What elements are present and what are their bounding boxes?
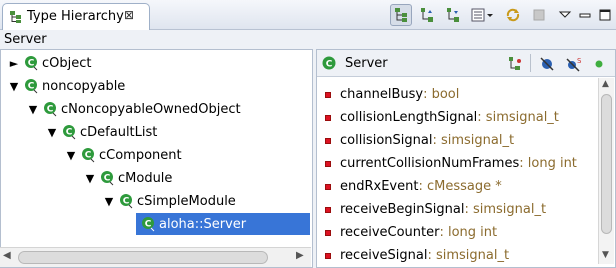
class-icon: C <box>142 217 155 232</box>
maximize-icon <box>599 9 611 21</box>
toolbar-separator <box>530 54 531 72</box>
view-menu-button[interactable] <box>554 4 576 26</box>
svg-text:C: C <box>145 220 152 230</box>
show-type-hierarchy-icon <box>395 8 407 22</box>
expanded-arrow-icon[interactable]: ▼ <box>26 103 40 116</box>
field-icon <box>325 137 331 144</box>
class-icon: C <box>120 194 133 209</box>
refresh-icon <box>506 8 520 22</box>
hide-static-members-icon[interactable]: S <box>565 56 581 72</box>
expanded-arrow-icon[interactable]: ▼ <box>64 149 78 162</box>
view-title: Type Hierarchy <box>27 9 124 24</box>
tree-node[interactable]: ▼ C cDefaultList <box>45 121 158 143</box>
field-icon <box>325 160 331 167</box>
tree-node[interactable]: ▼ C noncopyable <box>7 75 126 97</box>
members-panel: C Server S channelBusy : bool collisionL… <box>316 49 616 268</box>
svg-text:C: C <box>326 60 333 70</box>
tree-node[interactable]: ▼ C cNoncopyableOwnedObject <box>26 98 241 120</box>
member-row[interactable]: collisionSignal : simsignal_t <box>317 129 514 152</box>
show-supertype-hierarchy-button[interactable] <box>416 4 438 26</box>
hierarchy-tree[interactable]: ► C cObject ▼ C noncopyable ▼ C cNoncopy… <box>0 49 313 268</box>
tree-node[interactable]: ► C cObject <box>7 52 92 74</box>
class-icon: C <box>44 102 57 117</box>
layout-menu-button[interactable] <box>468 4 498 26</box>
minimize-button[interactable] <box>574 4 596 26</box>
member-row[interactable]: receiveCounter : long int <box>317 221 497 244</box>
vertical-scrollbar[interactable]: ▲ ▼ <box>598 78 614 264</box>
svg-text:S: S <box>577 57 581 65</box>
member-row[interactable]: channelBusy : bool <box>317 83 459 106</box>
expanded-arrow-icon[interactable]: ▼ <box>7 80 21 93</box>
class-icon: C <box>101 171 114 186</box>
show-supertype-hierarchy-icon <box>421 8 433 22</box>
hide-non-public-members-icon[interactable] <box>593 58 605 70</box>
type-hierarchy-icon <box>10 11 21 23</box>
field-icon <box>325 91 331 98</box>
svg-text:C: C <box>104 174 111 184</box>
svg-text:C: C <box>66 128 73 138</box>
class-icon: C <box>322 56 336 70</box>
refresh-button[interactable] <box>502 4 524 26</box>
layout-menu-icon <box>471 8 493 22</box>
expanded-arrow-icon[interactable]: ▼ <box>45 126 59 139</box>
maximize-button[interactable] <box>594 4 616 26</box>
field-icon <box>325 206 331 213</box>
stop-button[interactable] <box>528 4 550 26</box>
type-hierarchy-tab[interactable]: Type Hierarchy ⊠ <box>2 3 150 30</box>
minimize-icon <box>579 13 591 18</box>
svg-text:C: C <box>28 82 35 92</box>
tree-node[interactable]: ▼ C cSimpleModule <box>102 190 236 212</box>
svg-text:C: C <box>47 105 54 115</box>
member-row[interactable]: receiveSignal : simsignal_t <box>317 244 509 267</box>
members-title: Server <box>345 56 388 71</box>
scroll-left-icon[interactable]: ◀ <box>3 250 11 261</box>
svg-text:C: C <box>85 151 92 161</box>
scrollbar-thumb[interactable] <box>601 94 612 234</box>
show-subtype-hierarchy-button[interactable] <box>442 4 464 26</box>
class-icon: C <box>63 125 76 140</box>
class-icon: C <box>25 56 38 71</box>
show-type-hierarchy-button[interactable] <box>390 4 412 26</box>
collapsed-arrow-icon[interactable]: ► <box>7 57 21 70</box>
expanded-arrow-icon[interactable]: ▼ <box>83 172 97 185</box>
tree-node[interactable]: ▼ C cModule <box>83 167 173 189</box>
members-header: C Server S <box>317 50 615 77</box>
scroll-right-icon[interactable]: ▶ <box>296 250 304 261</box>
member-row[interactable]: collisionLengthSignal : simsignal_t <box>317 106 559 129</box>
tree-node-selected[interactable]: C aloha::Server <box>136 213 310 235</box>
member-row[interactable]: currentCollisionNumFrames : long int <box>317 152 577 175</box>
tree-node[interactable]: ▼ C cComponent <box>64 144 182 166</box>
member-row[interactable]: endRxEvent : cMessage * <box>317 175 502 198</box>
show-subtype-hierarchy-icon <box>447 8 459 22</box>
show-inherited-members-icon[interactable] <box>507 56 523 72</box>
hierarchy-focus-label: Server <box>4 32 47 47</box>
scroll-down-icon[interactable]: ▼ <box>602 250 609 260</box>
field-icon <box>325 114 331 121</box>
field-icon <box>325 183 331 190</box>
member-row[interactable]: receiveBeginSignal : simsignal_t <box>317 198 546 221</box>
horizontal-scrollbar[interactable]: ◀ ▶ <box>0 247 311 267</box>
scrollbar-thumb[interactable] <box>18 251 268 264</box>
field-icon <box>325 229 331 236</box>
hide-fields-icon[interactable] <box>539 56 555 72</box>
close-icon[interactable]: ⊠ <box>124 8 134 22</box>
field-icon <box>325 252 331 259</box>
view-menu-icon <box>558 11 572 18</box>
class-icon: C <box>82 148 95 163</box>
scroll-up-icon[interactable]: ▲ <box>602 79 609 89</box>
class-icon: C <box>25 79 38 94</box>
svg-text:C: C <box>123 197 130 207</box>
stop-icon <box>533 9 545 21</box>
svg-text:C: C <box>28 59 35 69</box>
expanded-arrow-icon[interactable]: ▼ <box>102 195 116 208</box>
